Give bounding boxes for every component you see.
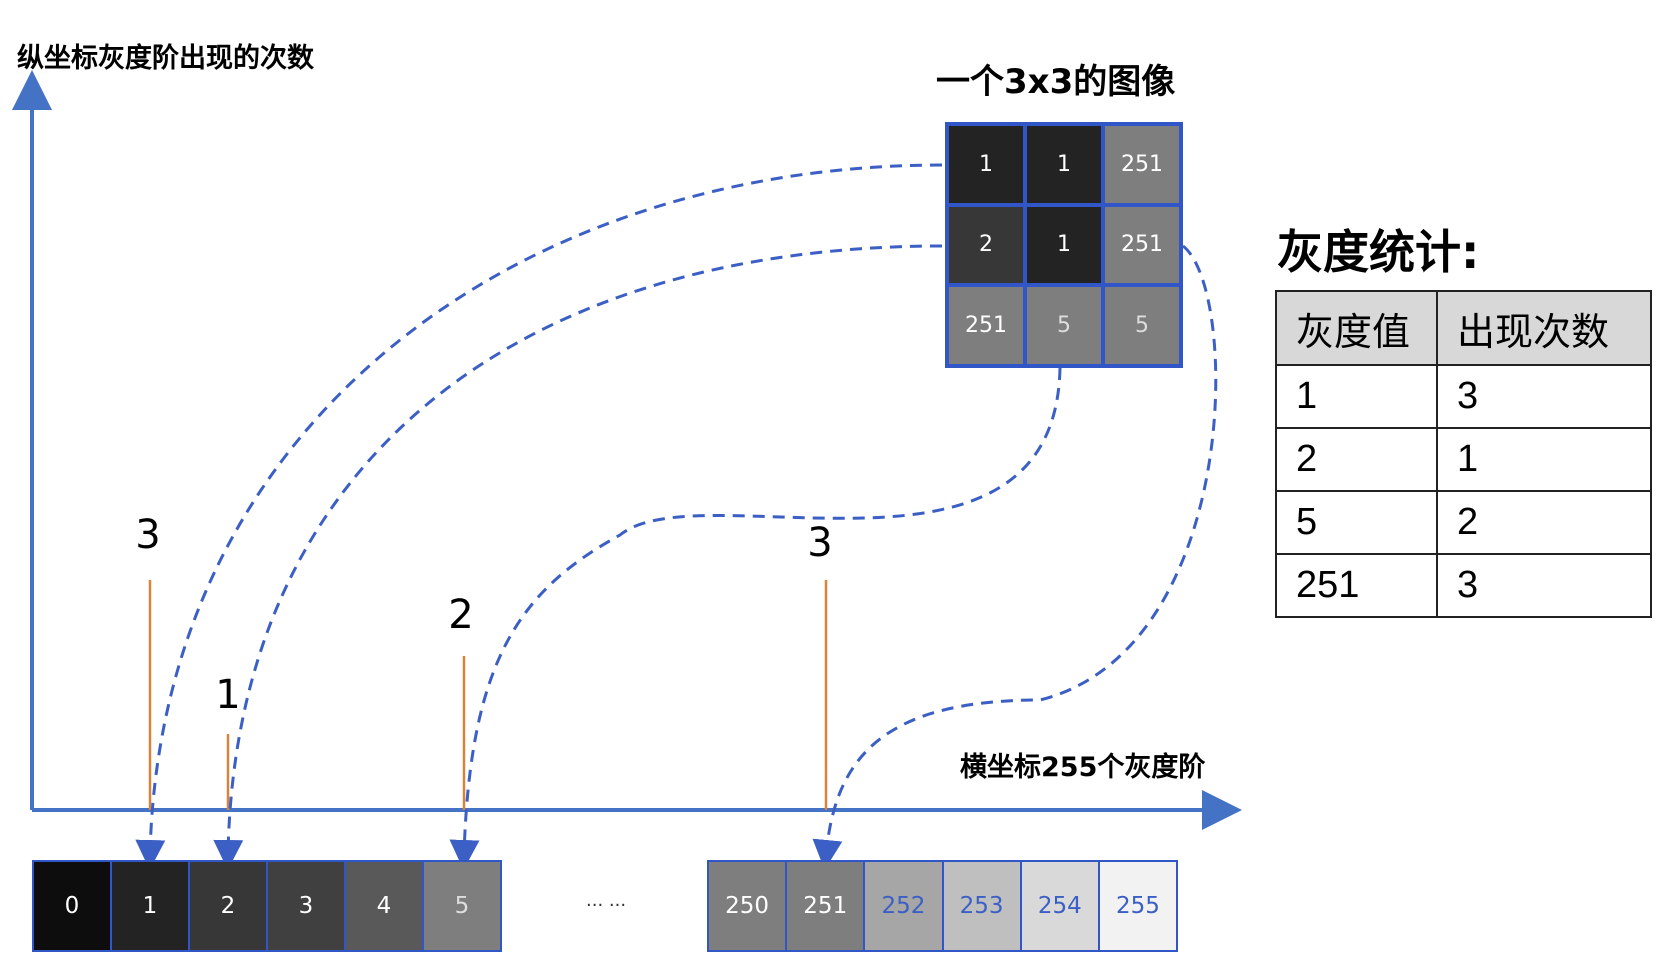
image-pixel-0: 1: [947, 124, 1025, 205]
count-label-gray-2: 1: [215, 672, 241, 718]
count-label-gray-1: 3: [135, 512, 161, 558]
header-gray-value: 灰度值: [1275, 290, 1438, 366]
table-row: 2 1: [1275, 427, 1652, 492]
gray-level-cell-4: 4: [346, 862, 424, 950]
count-label-gray-251: 3: [807, 520, 833, 566]
gray-level-cell-5: 5: [424, 862, 500, 950]
gray-scale-bar-left: 012345: [32, 860, 502, 952]
gray-level-cell-2: 2: [190, 862, 268, 950]
cell-gray-value: 2: [1275, 427, 1438, 492]
cell-count: 3: [1436, 553, 1652, 618]
gray-level-cell-4: 254: [1021, 862, 1100, 950]
stats-title: 灰度统计:: [1277, 225, 1480, 279]
y-axis-label: 纵坐标灰度阶出现的次数: [17, 43, 314, 74]
image-pixel-4: 1: [1025, 204, 1103, 286]
cell-count: 2: [1436, 490, 1652, 555]
gray-level-cell-3: 253: [943, 862, 1022, 950]
cell-gray-value: 5: [1275, 490, 1438, 555]
gray-level-cell-2: 252: [865, 862, 944, 950]
table-row: 5 2: [1275, 490, 1652, 555]
image-grid-3x3: 1 1 251 2 1 251 251 5 5: [945, 122, 1183, 368]
image-title: 一个3x3的图像: [936, 62, 1176, 102]
image-pixel-5: 251: [1103, 204, 1181, 286]
gray-scale-bar-right: 250 251 252 253 254 255: [707, 860, 1178, 952]
cell-count: 1: [1436, 427, 1652, 492]
table-header-row: 灰度值 出现次数: [1275, 290, 1652, 366]
image-pixel-8: 5: [1103, 285, 1181, 366]
x-axis-label: 横坐标255个灰度阶: [960, 752, 1206, 783]
gray-stats-table: 灰度值 出现次数 1 3 2 1 5 2 251 3: [1275, 290, 1652, 618]
image-pixel-1: 1: [1025, 124, 1103, 205]
table-row: 251 3: [1275, 553, 1652, 618]
gray-level-cell-5: 255: [1099, 862, 1177, 950]
count-label-gray-5: 2: [448, 592, 474, 638]
gray-level-cell-1: 1: [112, 862, 190, 950]
cell-gray-value: 1: [1275, 364, 1438, 429]
image-pixel-3: 2: [947, 204, 1025, 286]
connector-1-to-bar: [135, 163, 943, 870]
image-pixel-6: 251: [947, 285, 1025, 366]
gray-level-cell-0: 0: [34, 862, 112, 950]
cell-count: 3: [1436, 364, 1652, 429]
image-pixel-7: 5: [1025, 285, 1103, 366]
header-count: 出现次数: [1436, 290, 1652, 366]
gray-level-cell-0: 250: [709, 862, 788, 950]
ellipsis: ... ...: [586, 890, 627, 911]
image-pixel-2: 251: [1103, 124, 1181, 205]
gray-level-cell-1: 251: [787, 862, 866, 950]
cell-gray-value: 251: [1275, 553, 1438, 618]
gray-level-cell-3: 3: [268, 862, 346, 950]
table-row: 1 3: [1275, 364, 1652, 429]
connector-2-to-bar: [213, 244, 943, 870]
